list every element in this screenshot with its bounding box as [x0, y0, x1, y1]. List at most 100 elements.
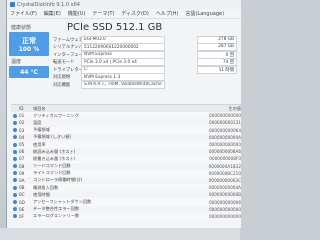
attr-raw-value: 00000000003C: [208, 177, 241, 183]
info-key: 対応規格: [53, 75, 71, 81]
status-dot-icon: [11, 120, 19, 125]
attr-raw-value: 000000000000: [209, 213, 241, 219]
info-key: 転送モード: [53, 60, 75, 66]
menu-edit[interactable]: 編集(E): [44, 10, 61, 17]
attr-id: 04: [19, 134, 25, 140]
status-dot-icon: [11, 135, 19, 140]
attr-id: 05: [19, 142, 25, 148]
table-row[interactable]: 0A コントローラ稼働時間(分) 00000000003C: [11, 177, 241, 184]
info-key: ドライブレター: [53, 67, 81, 73]
attr-name: ライトコマンド回数: [33, 170, 71, 176]
table-row[interactable]: 08 リードコマンド回数 0000000A1B32: [11, 163, 241, 170]
attr-id: 0F: [19, 213, 25, 219]
col-id-header: ID: [19, 106, 24, 112]
table-row[interactable]: 01 クリティカルワーニング 000000000000: [11, 112, 241, 120]
status-dot-icon: [11, 178, 19, 183]
table-row[interactable]: 02 温度 000000000131: [11, 119, 241, 126]
title-bar: CrystalDiskInfo 9.1.0 x64: [7, 0, 241, 9]
info-key: シリアルナンバー: [53, 45, 81, 51]
attr-raw-value: 0000000BC210: [208, 170, 241, 176]
info-key: 対応機能: [53, 82, 71, 88]
attr-name: アンセーフシャットダウン回数: [33, 199, 92, 205]
attr-id: 0E: [19, 206, 25, 212]
smart-table: ID 項目名 生の値 01 クリティカルワーニング 000000000000 02 温度…: [11, 104, 241, 220]
attr-raw-value: 000000000000: [209, 142, 241, 148]
attr-raw-value: 00000000000B: [208, 192, 241, 198]
status-panel: 健康状態 正常 100 % 温度 44 °C: [9, 22, 51, 78]
menu-help[interactable]: ヘルプ(H): [156, 10, 179, 17]
table-row[interactable]: 07 総書き込み量 (ホスト) 0000000008F0: [11, 155, 241, 163]
drive-info: ファームウェア EGFM03.0 278 GB シリアルナンバー 5112209…: [53, 35, 241, 89]
status-dot-icon: [11, 149, 19, 154]
attr-raw-value: 00000000004A: [208, 185, 241, 191]
status-dot-icon: [11, 207, 19, 212]
menu-file[interactable]: ファイル(F): [10, 10, 37, 17]
attr-id: 0B: [19, 185, 25, 191]
status-dot-icon: [11, 214, 19, 219]
attr-raw-value: 000000000131: [209, 120, 241, 126]
table-row[interactable]: 03 予備領域 000000000064: [11, 126, 241, 134]
temperature-badge[interactable]: 44 °C: [9, 66, 49, 78]
attr-name: データ整合性エラー回数: [33, 206, 80, 212]
status-dot-icon: [11, 128, 19, 133]
attr-id: 0C: [19, 192, 25, 198]
attr-id: 0A: [19, 177, 25, 183]
monitor-bezel: [0, 228, 240, 240]
attr-name: リードコマンド回数: [33, 163, 71, 169]
status-dot-icon: [11, 142, 19, 147]
attr-id: 01: [19, 113, 25, 119]
table-row[interactable]: 04 予備領域 (しきい値) 00000000000A: [11, 134, 241, 141]
status-dot-icon: [11, 185, 19, 190]
attr-id: 02: [19, 120, 25, 126]
info-row: 対応機能 S.M.A.R.T., TRIM, VolatileWriteCach…: [53, 80, 241, 89]
table-row[interactable]: 0F エラーログエントリー数 000000000000: [11, 212, 241, 220]
attr-name: 温度: [33, 119, 42, 125]
attr-id: 06: [19, 149, 25, 155]
attr-name: 電源投入回数: [33, 184, 59, 190]
status-dot-icon: [11, 113, 19, 118]
attr-raw-value: 0000000008A6: [208, 149, 241, 155]
attr-name: 総書き込み量 (ホスト): [33, 155, 76, 161]
attr-id: 03: [19, 127, 25, 133]
attr-name: 総読み込み量 (ホスト): [33, 148, 76, 154]
attr-name: 使用時間: [33, 191, 50, 197]
status-dot-icon: [11, 156, 19, 161]
table-row[interactable]: 09 ライトコマンド回数 0000000BC210: [11, 169, 241, 177]
temperature-label: 温度: [11, 59, 22, 65]
info-key: ファームウェア: [53, 37, 81, 43]
table-row[interactable]: 0B 電源投入回数 00000000004A: [11, 184, 241, 192]
attr-raw-value: 000000000006: [209, 199, 241, 205]
health-status: 正常: [22, 36, 36, 45]
table-row[interactable]: 0D アンセーフシャットダウン回数 000000000006: [11, 198, 241, 206]
attr-name: 予備領域: [33, 127, 50, 133]
info-key: インターフェース: [53, 52, 81, 58]
health-status-badge[interactable]: 正常 100 %: [9, 32, 49, 56]
app-icon: [10, 2, 15, 7]
info-value: S.M.A.R.T., TRIM, VolatileWriteCache: [81, 80, 165, 89]
temperature-value: 44 °C: [20, 68, 38, 76]
window-title: CrystalDiskInfo 9.1.0 x64: [17, 1, 80, 8]
attr-raw-value: 00000000000A: [208, 134, 241, 140]
menu-theme[interactable]: テーマ(T): [92, 10, 114, 17]
menu-function[interactable]: 機能(U): [68, 10, 86, 17]
monitor-screen: CrystalDiskInfo 9.1.0 x64 ファイル(F) 編集(E) …: [0, 0, 241, 240]
table-row[interactable]: 05 使用率 000000000000: [11, 140, 241, 149]
table-row[interactable]: 06 総読み込み量 (ホスト) 0000000008A6: [11, 148, 241, 155]
menu-disk[interactable]: ディスク(D): [121, 10, 148, 17]
status-dot-icon: [11, 192, 19, 197]
attr-raw-value: 000000000000: [209, 113, 241, 119]
attr-name: クリティカルワーニング: [33, 112, 79, 118]
table-row[interactable]: 0E データ整合性エラー回数 000000000000: [11, 206, 241, 213]
attr-name: コントローラ稼働時間(分): [33, 177, 83, 183]
attr-raw-value: 000000000000: [209, 206, 241, 212]
attr-name: エラーログエントリー数: [33, 213, 80, 219]
col-raw-header: 生の値: [228, 105, 241, 111]
drive-title: PCIe SSD 512.1 GB: [67, 22, 163, 33]
status-dot-icon: [11, 200, 19, 205]
col-name-header: 項目名: [33, 105, 46, 111]
menu-language[interactable]: 言語(Language): [185, 10, 224, 17]
health-percent: 100 %: [18, 45, 40, 53]
table-row[interactable]: 0C 使用時間 00000000000B: [11, 191, 241, 198]
app-window: CrystalDiskInfo 9.1.0 x64 ファイル(F) 編集(E) …: [6, 0, 241, 228]
status-dot-icon: [11, 171, 19, 176]
